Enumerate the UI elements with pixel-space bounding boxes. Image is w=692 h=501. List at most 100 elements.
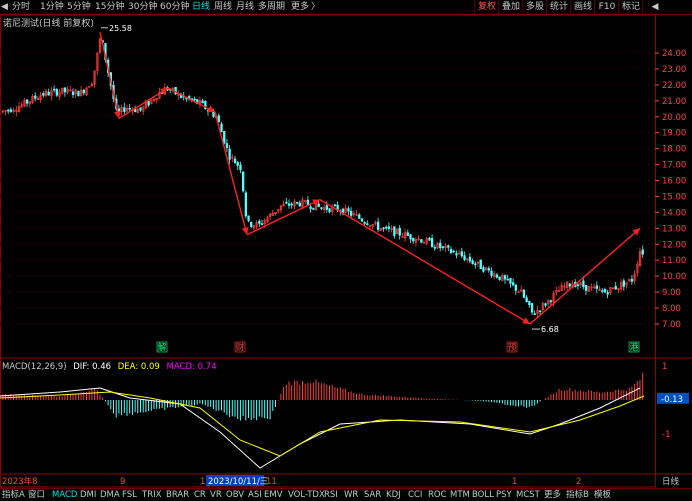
indicator-tab-14[interactable]: RSI [324,489,338,501]
tab-daily[interactable]: 日线 [192,0,210,14]
macd-axis-label: 1 [662,362,667,372]
restore-rights-button[interactable]: 复权 [474,0,499,14]
candle-body [603,289,607,293]
chart-title: 诺尼测试(日线 前复权) [3,19,94,29]
candle-body [287,203,291,206]
trend-arrow-line [99,32,120,119]
indicator-tab-24[interactable]: 更多 [544,489,561,501]
tab-weekly[interactable]: 周线 [214,0,232,14]
macd-axis: 10-1-0.13 [657,362,689,440]
candle-body [482,267,485,272]
candle-body [538,310,542,313]
statistics-button[interactable]: 统计 [546,0,571,14]
plot-border [0,14,656,488]
candle-body [495,274,499,278]
indicator-tab-21[interactable]: BOLL [472,489,494,501]
candle-body [614,286,617,290]
indicator-tab-11[interactable]: ASI [248,489,262,501]
event-marker-label: 港 [630,342,639,353]
candle-body [487,268,491,271]
macd-current-value: -0.13 [661,395,683,405]
indicator-tab-7[interactable]: BRAR [166,489,189,501]
candle-body [42,93,45,96]
multi-stock-button[interactable]: 多股 [522,0,547,14]
dif-value: DIF: 0.46 [73,362,112,372]
indicator-tab-6[interactable]: TRIX [142,489,161,501]
candle-body [449,248,453,253]
candle-body [225,143,229,149]
indicator-tab-0[interactable]: 指标A [2,489,25,501]
event-marker-label: 解 [158,342,167,353]
candle-body [412,238,415,242]
price-tick-label: 12.00 [662,240,686,250]
tab-monthly[interactable]: 月线 [236,0,254,14]
period-toolbar: ◀ 分时 1分钟 5分钟 15分钟 30分钟 60分钟 日线 周线 月线 多周期… [0,0,692,15]
indicator-tab-16[interactable]: SAR [364,489,381,501]
overlay-button[interactable]: 叠加 [498,0,523,14]
candle-body [468,256,472,262]
indicator-tab-8[interactable]: CR [194,489,206,501]
candle-body [433,246,437,249]
candlesticks: 25.58 6.68 解 财 预 港 [1,24,644,353]
indicator-tab-12[interactable]: EMV [264,489,283,501]
indicator-tab-9[interactable]: VR [210,489,222,501]
candle-body [309,206,312,209]
candle-body [420,239,423,243]
indicator-tab-15[interactable]: WR [344,489,358,501]
indicator-tab-1[interactable]: 窗口 [28,489,45,501]
tab-60min[interactable]: 60分钟 [160,0,189,14]
event-marker-label: 财 [236,342,245,353]
candle-body [528,300,531,306]
tab-5min[interactable]: 5分钟 [67,0,91,14]
indicator-tab-2[interactable]: MACD [52,489,77,501]
indicator-tab-4[interactable]: DMA [100,489,120,501]
collapse-icon[interactable]: ◀ [642,0,667,14]
more-chevron-icon[interactable]: 〉 [311,0,320,14]
indicator-tab-10[interactable]: OBV [226,489,244,501]
indicator-tab-25[interactable]: 指标B [566,489,589,501]
indicator-tab-3[interactable]: DMI [80,489,96,501]
indicator-tab-26[interactable]: 模板 [594,489,611,501]
kline-chart[interactable]: 25.58 6.68 解 财 预 港 24.00 23.00 22.00 21.00 20.00 1… [0,14,692,488]
candle-body [317,203,320,207]
candle-body [463,255,466,261]
indicator-tab-5[interactable]: FSL [122,489,137,501]
candle-body [7,109,10,112]
tab-15min[interactable]: 15分钟 [95,0,124,14]
candle-body [312,207,315,210]
f10-button[interactable]: F10 [594,0,619,14]
candle-body [34,95,37,99]
tab-more[interactable]: 更多 [291,0,309,14]
tab-1min[interactable]: 1分钟 [40,0,64,14]
event-marker-label: 预 [508,342,517,353]
candle-body [52,88,56,91]
candle-body [217,115,221,123]
candle-body [601,290,604,292]
candle-body [428,237,431,241]
candle-body [250,221,253,227]
tab-30min[interactable]: 30分钟 [128,0,157,14]
price-tick-label: 23.00 [662,65,686,75]
indicator-tab-18[interactable]: CCI [408,489,422,501]
candle-body [630,278,634,282]
candle-body [71,91,75,96]
indicator-tab-22[interactable]: PSY [496,489,512,501]
indicator-tab-20[interactable]: MTM [450,489,470,501]
indicator-tab-17[interactable]: KDJ [386,489,401,501]
scroll-left-icon[interactable]: ◀ [1,0,8,14]
price-tick-label: 13.00 [662,224,686,234]
candle-body [471,260,474,265]
tab-fenshi[interactable]: 分时 [12,0,30,14]
candle-body [503,275,507,280]
candle-body [220,123,223,133]
tab-multi-period[interactable]: 多周期 [258,0,285,14]
indicator-tab-23[interactable]: MCST [516,489,540,501]
indicator-tab-13[interactable]: VOL-TDX [288,489,325,501]
draw-line-button[interactable]: 画线 [570,0,595,14]
trend-arrows [99,32,641,325]
indicator-tab-19[interactable]: ROC [428,489,447,501]
candle-body [25,99,29,104]
price-tick-label: 7.00 [662,320,681,330]
mark-button[interactable]: 标记 [618,0,643,14]
candle-body [233,158,237,164]
